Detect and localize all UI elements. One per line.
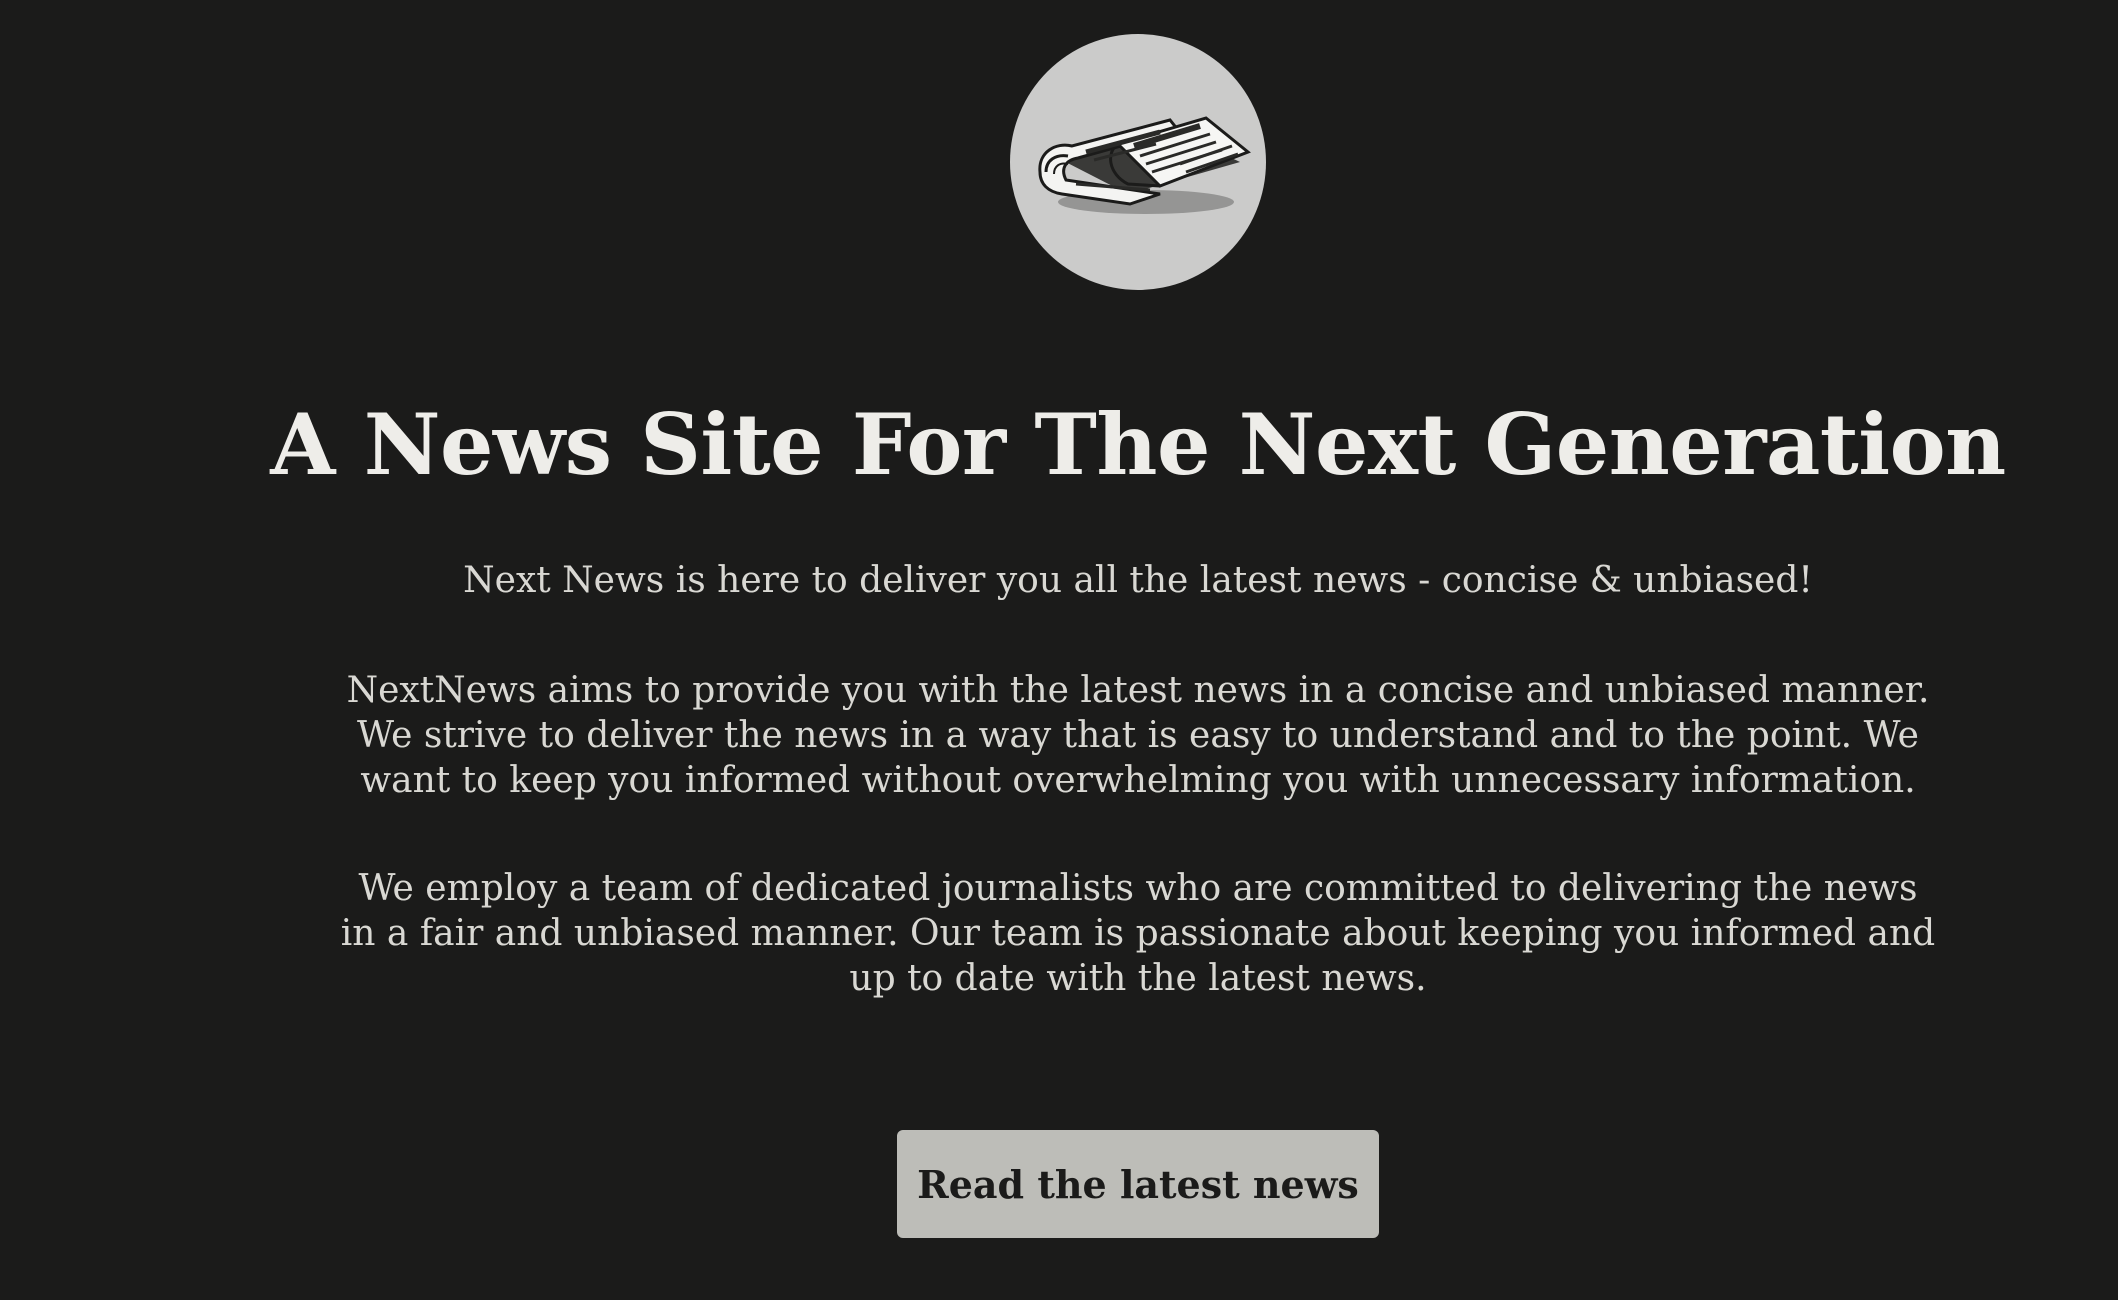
- tagline: Next News is here to deliver you all the…: [463, 560, 1813, 601]
- intro-paragraph: NextNews aims to provide you with the la…: [346, 670, 1930, 801]
- team-paragraph: We employ a team of dedicated journalist…: [340, 868, 1936, 999]
- landing-page: A News Site For The Next Generation Next…: [0, 0, 2118, 1300]
- page-title: A News Site For The Next Generation: [270, 395, 2006, 494]
- newspaper-icon: [1010, 34, 1266, 290]
- read-latest-news-button[interactable]: Read the latest news: [897, 1130, 1379, 1238]
